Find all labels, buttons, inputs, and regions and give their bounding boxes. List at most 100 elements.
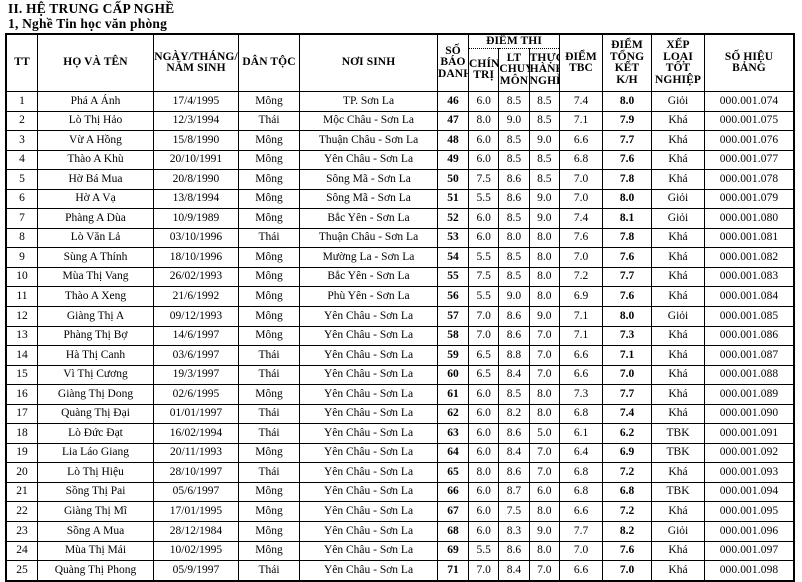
cell-exam-number: 52 — [437, 208, 469, 229]
cell-classification: Giỏi — [651, 91, 705, 112]
cell-average-score: 7.4 — [559, 208, 603, 229]
cell-final-score: 7.4 — [602, 403, 652, 425]
cell-full-name: Phàng A Dùa — [37, 208, 154, 229]
cell-ethnicity: Thái — [238, 403, 300, 425]
cell-theory-score: 8.4 — [498, 560, 530, 582]
cell-theory-score: 8.0 — [498, 227, 530, 249]
cell-index: 7 — [5, 208, 38, 229]
cell-certificate-number: 000.001.084 — [704, 286, 795, 308]
cell-average-score: 7.6 — [559, 227, 603, 249]
cell-index: 2 — [5, 110, 38, 132]
cell-final-score: 7.7 — [602, 266, 652, 288]
cell-date-of-birth: 05/6/1997 — [153, 481, 239, 503]
col-header-classification: XẾP LOẠI TỐT NGHIỆP — [651, 33, 705, 92]
col-header-tong-line1: ĐIỂM — [611, 39, 643, 51]
cell-exam-number: 51 — [437, 188, 469, 210]
table-row: 5 Hờ Bá Mua 20/8/1990 Mông Sông Mã - Sơn La 5… — [5, 169, 795, 190]
cell-full-name: Lò Thị Hiệu — [37, 462, 154, 483]
cell-theory-score: 8.2 — [498, 403, 530, 425]
cell-average-score: 6.8 — [559, 481, 603, 503]
cell-birthplace: Mộc Châu - Sơn La — [299, 110, 438, 132]
cell-certificate-number: 000.001.085 — [704, 306, 795, 327]
section-title: II. HỆ TRUNG CẤP NGHỀ — [8, 1, 175, 16]
cell-birthplace: Yên Châu - Sơn La — [299, 364, 438, 386]
cell-politics-score: 6.0 — [467, 423, 500, 444]
cell-politics-score: 6.0 — [467, 130, 500, 151]
cell-final-score: 7.6 — [602, 149, 652, 171]
col-header-sbd-line3: DANH — [438, 67, 468, 80]
cell-birthplace: Thuận Châu - Sơn La — [299, 130, 438, 151]
cell-practical-score: 9.0 — [528, 521, 561, 542]
cell-exam-number: 68 — [437, 521, 469, 542]
cell-ethnicity: Mông — [238, 130, 300, 151]
cell-practical-score: 8.5 — [528, 110, 561, 132]
cell-full-name: Mùa Thị Mái — [37, 540, 154, 562]
cell-final-score: 7.1 — [602, 345, 652, 366]
col-header-average-score: ĐIỂM TBC — [559, 33, 603, 92]
cell-theory-score: 8.6 — [498, 423, 530, 444]
cell-theory-score: 8.6 — [498, 169, 530, 190]
cell-final-score: 7.6 — [602, 540, 652, 562]
cell-classification: Khá — [651, 501, 705, 523]
header-row-group: TT HỌ VÀ TÊN NGÀY/THÁNG/ NĂM SINH DÂN TỘ… — [5, 33, 795, 92]
cell-practical-score: 7.0 — [528, 345, 561, 366]
cell-certificate-number: 000.001.075 — [704, 110, 795, 132]
cell-ethnicity: Thái — [238, 110, 300, 132]
cell-theory-score: 9.0 — [498, 286, 530, 308]
col-header-name: HỌ VÀ TÊN — [37, 33, 154, 92]
cell-ethnicity: Mông — [238, 266, 300, 288]
col-header-ct-line2: TRỊ — [473, 69, 495, 81]
cell-date-of-birth: 18/10/1996 — [153, 247, 239, 268]
cell-exam-number: 57 — [437, 306, 469, 327]
cell-ethnicity: Mông — [238, 442, 300, 464]
cell-practical-score: 9.0 — [528, 130, 561, 151]
cell-final-score: 7.0 — [602, 364, 652, 386]
cell-practical-score: 8.0 — [528, 403, 561, 425]
cell-average-score: 6.6 — [559, 345, 603, 366]
cell-politics-score: 7.5 — [467, 266, 500, 288]
cell-theory-score: 8.6 — [498, 540, 530, 562]
cell-classification: Giỏi — [651, 521, 705, 542]
cell-classification: TBK — [651, 442, 705, 464]
cell-politics-score: 7.0 — [467, 560, 500, 582]
cell-certificate-number: 000.001.092 — [704, 442, 795, 464]
col-header-exam-scores-group: ĐIỂM THI — [468, 33, 560, 49]
col-header-dob: NGÀY/THÁNG/ NĂM SINH — [153, 33, 239, 92]
cell-index: 4 — [5, 149, 38, 171]
col-header-tong-line4: K/H — [616, 73, 638, 86]
cell-full-name: Lò Thị Hảo — [37, 110, 154, 132]
cell-ethnicity: Thái — [238, 423, 300, 444]
cell-date-of-birth: 28/12/1984 — [153, 521, 239, 542]
cell-index: 17 — [5, 403, 38, 425]
cell-politics-score: 6.0 — [467, 149, 500, 171]
cell-final-score: 8.0 — [602, 306, 652, 327]
cell-politics-score: 6.0 — [467, 501, 500, 523]
cell-ethnicity: Thái — [238, 560, 300, 582]
cell-final-score: 7.2 — [602, 501, 652, 523]
cell-date-of-birth: 15/8/1990 — [153, 130, 239, 151]
cell-exam-number: 46 — [437, 91, 469, 112]
col-header-dob-line2: NĂM SINH — [166, 62, 226, 74]
cell-full-name: Giàng Thị A — [37, 306, 154, 327]
cell-politics-score: 5.5 — [467, 286, 500, 308]
cell-average-score: 6.1 — [559, 423, 603, 444]
cell-birthplace: Yên Châu - Sơn La — [299, 149, 438, 171]
cell-practical-score: 7.0 — [528, 442, 561, 464]
cell-ethnicity: Mông — [238, 481, 300, 503]
col-header-birthplace: NƠI SINH — [299, 33, 438, 92]
cell-practical-score: 9.0 — [528, 306, 561, 327]
cell-date-of-birth: 03/6/1997 — [153, 345, 239, 366]
cell-theory-score: 8.5 — [498, 149, 530, 171]
col-header-final-score: ĐIỂM TỔNG KẾT K/H — [602, 33, 652, 92]
cell-exam-number: 47 — [437, 110, 469, 132]
cell-full-name: Sồng Thị Pai — [37, 481, 154, 503]
table-row: 1 Phá A Ánh 17/4/1995 Mông TP. Sơn La 46 6.0 8.… — [5, 91, 795, 112]
cell-full-name: Phá A Ánh — [37, 91, 154, 112]
cell-full-name: Vì Thị Cương — [37, 364, 154, 386]
cell-politics-score: 7.5 — [467, 169, 500, 190]
table-row: 22 Giàng Thị Mĩ 17/01/1995 Mông Yên Châu - S… — [5, 501, 795, 523]
cell-index: 19 — [5, 442, 38, 464]
cell-politics-score: 5.5 — [467, 540, 500, 562]
cell-theory-score: 8.6 — [498, 462, 530, 483]
cell-classification: Khá — [651, 540, 705, 562]
